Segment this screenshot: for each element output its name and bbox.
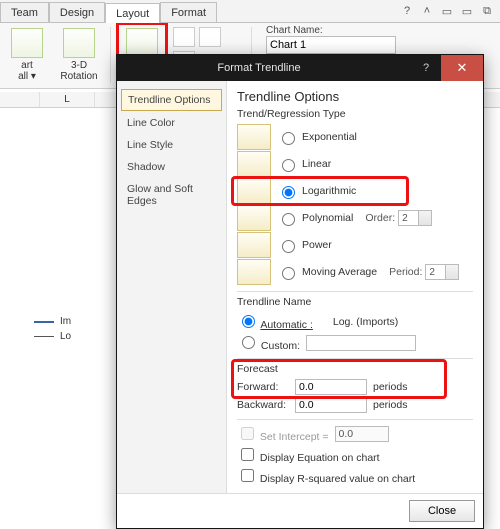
checkbox-set-intercept[interactable]: Set Intercept = [237, 424, 329, 443]
polynomial-label: Polynomial [302, 212, 353, 224]
ribbon-chartwall-label: artall ▾ [18, 60, 36, 82]
updown-bars-icon[interactable] [199, 27, 221, 47]
ribbon-3d-rotation-button[interactable]: 3-DRotation [56, 25, 102, 85]
moving-average-label: Moving Average [302, 266, 377, 278]
dialog-sidenav: Trendline Options Line Color Line Style … [117, 81, 227, 493]
group-forecast: Forecast [237, 363, 473, 375]
radio-moving-average[interactable]: Moving Average [277, 264, 377, 280]
ribbon-separator [110, 27, 111, 83]
radio-name-automatic[interactable]: Automatic : [237, 312, 313, 331]
dialog-close-button[interactable]: ✕ [441, 55, 483, 81]
moving-average-icon [237, 259, 271, 285]
sidenav-glow[interactable]: Glow and Soft Edges [121, 179, 222, 211]
radio-power[interactable]: Power [277, 237, 332, 253]
radio-polynomial[interactable]: Polynomial [277, 210, 353, 226]
legend-swatch-log [34, 336, 54, 337]
legend-label-imports: Im [60, 316, 71, 327]
tab-design[interactable]: Design [49, 2, 105, 22]
name-auto-label: Automatic : [260, 319, 313, 331]
separator [237, 291, 473, 292]
ribbon-chartwall-button[interactable]: artall ▾ [4, 25, 50, 85]
radio-exponential[interactable]: Exponential [277, 129, 357, 145]
exponential-icon [237, 124, 271, 150]
rotation-3d-icon [63, 28, 95, 58]
chart-wall-icon [11, 28, 43, 58]
group-trendline-name: Trendline Name [237, 296, 473, 308]
period-spinner[interactable]: 2 [425, 264, 459, 280]
name-custom-label: Custom: [261, 340, 300, 352]
help-icon[interactable]: ? [400, 4, 414, 18]
backward-input[interactable] [295, 397, 367, 413]
logarithmic-icon [237, 178, 271, 204]
chart-name-caption: Chart Name: [266, 25, 396, 36]
radio-linear[interactable]: Linear [277, 156, 331, 172]
group-regression-type: Trend/Regression Type [237, 108, 473, 120]
caret-up-icon[interactable]: ˄ [420, 4, 434, 18]
window-restore-icon[interactable]: ▭ [440, 4, 454, 18]
backward-units: periods [373, 399, 407, 411]
set-intercept-input [335, 426, 389, 442]
chart-legend: Im Lo [34, 312, 71, 346]
linear-icon [237, 151, 271, 177]
forward-label: Forward: [237, 381, 289, 393]
chart-name-input[interactable] [266, 36, 396, 54]
exponential-label: Exponential [302, 131, 357, 143]
sidenav-shadow[interactable]: Shadow [121, 157, 222, 177]
backward-label: Backward: [237, 399, 289, 411]
name-auto-value: Log. (Imports) [333, 316, 398, 328]
sidenav-line-color[interactable]: Line Color [121, 113, 222, 133]
display-r2-label: Display R-squared value on chart [260, 473, 415, 485]
separator [237, 419, 473, 420]
chart-name-group: Chart Name: [266, 25, 396, 54]
order-label: Order: [365, 212, 395, 224]
set-intercept-label: Set Intercept = [260, 431, 329, 443]
sidenav-line-style[interactable]: Line Style [121, 135, 222, 155]
dialog-title: Format Trendline [127, 62, 411, 74]
name-custom-input[interactable] [306, 335, 416, 351]
format-trendline-dialog: Format Trendline ? ✕ Trendline Options L… [116, 54, 484, 529]
ribbon-3d-rotation-label: 3-DRotation [60, 60, 97, 82]
close-button[interactable]: Close [409, 500, 475, 522]
dialog-help-icon[interactable]: ? [411, 62, 441, 74]
linear-label: Linear [302, 158, 331, 170]
forward-input[interactable] [295, 379, 367, 395]
radio-logarithmic[interactable]: Logarithmic [277, 183, 356, 199]
tab-format[interactable]: Format [160, 2, 217, 22]
window-maximize-icon[interactable]: ⧉ [480, 4, 494, 18]
lines-icon[interactable] [173, 27, 195, 47]
dialog-footer: Close [117, 493, 483, 528]
power-label: Power [302, 239, 332, 251]
dialog-content: Trendline Options Trend/Regression Type … [227, 81, 483, 493]
tab-layout[interactable]: Layout [105, 3, 160, 23]
order-spinner[interactable]: 2 [398, 210, 432, 226]
legend-label-log: Lo [60, 331, 71, 342]
col-header-blank [0, 92, 40, 107]
content-heading: Trendline Options [237, 89, 473, 104]
legend-swatch-imports [34, 321, 54, 323]
ribbon-tabs: Team Design Layout Format ? ˄ ▭ ▭ ⧉ [0, 0, 500, 23]
checkbox-display-equation[interactable]: Display Equation on chart [237, 445, 380, 464]
power-icon [237, 232, 271, 258]
forward-units: periods [373, 381, 407, 393]
polynomial-icon [237, 205, 271, 231]
dialog-titlebar[interactable]: Format Trendline ? ✕ [117, 55, 483, 81]
window-restore2-icon[interactable]: ▭ [460, 4, 474, 18]
display-equation-label: Display Equation on chart [260, 452, 380, 464]
sidenav-trendline-options[interactable]: Trendline Options [121, 89, 222, 111]
window-controls: ? ˄ ▭ ▭ ⧉ [400, 0, 500, 22]
tab-team[interactable]: Team [0, 2, 49, 22]
checkbox-display-r2[interactable]: Display R-squared value on chart [237, 466, 415, 485]
radio-name-custom[interactable]: Custom: [237, 333, 300, 352]
col-header-l[interactable]: L [40, 92, 95, 107]
separator [237, 358, 473, 359]
period-label: Period: [389, 266, 422, 278]
logarithmic-label: Logarithmic [302, 185, 356, 197]
